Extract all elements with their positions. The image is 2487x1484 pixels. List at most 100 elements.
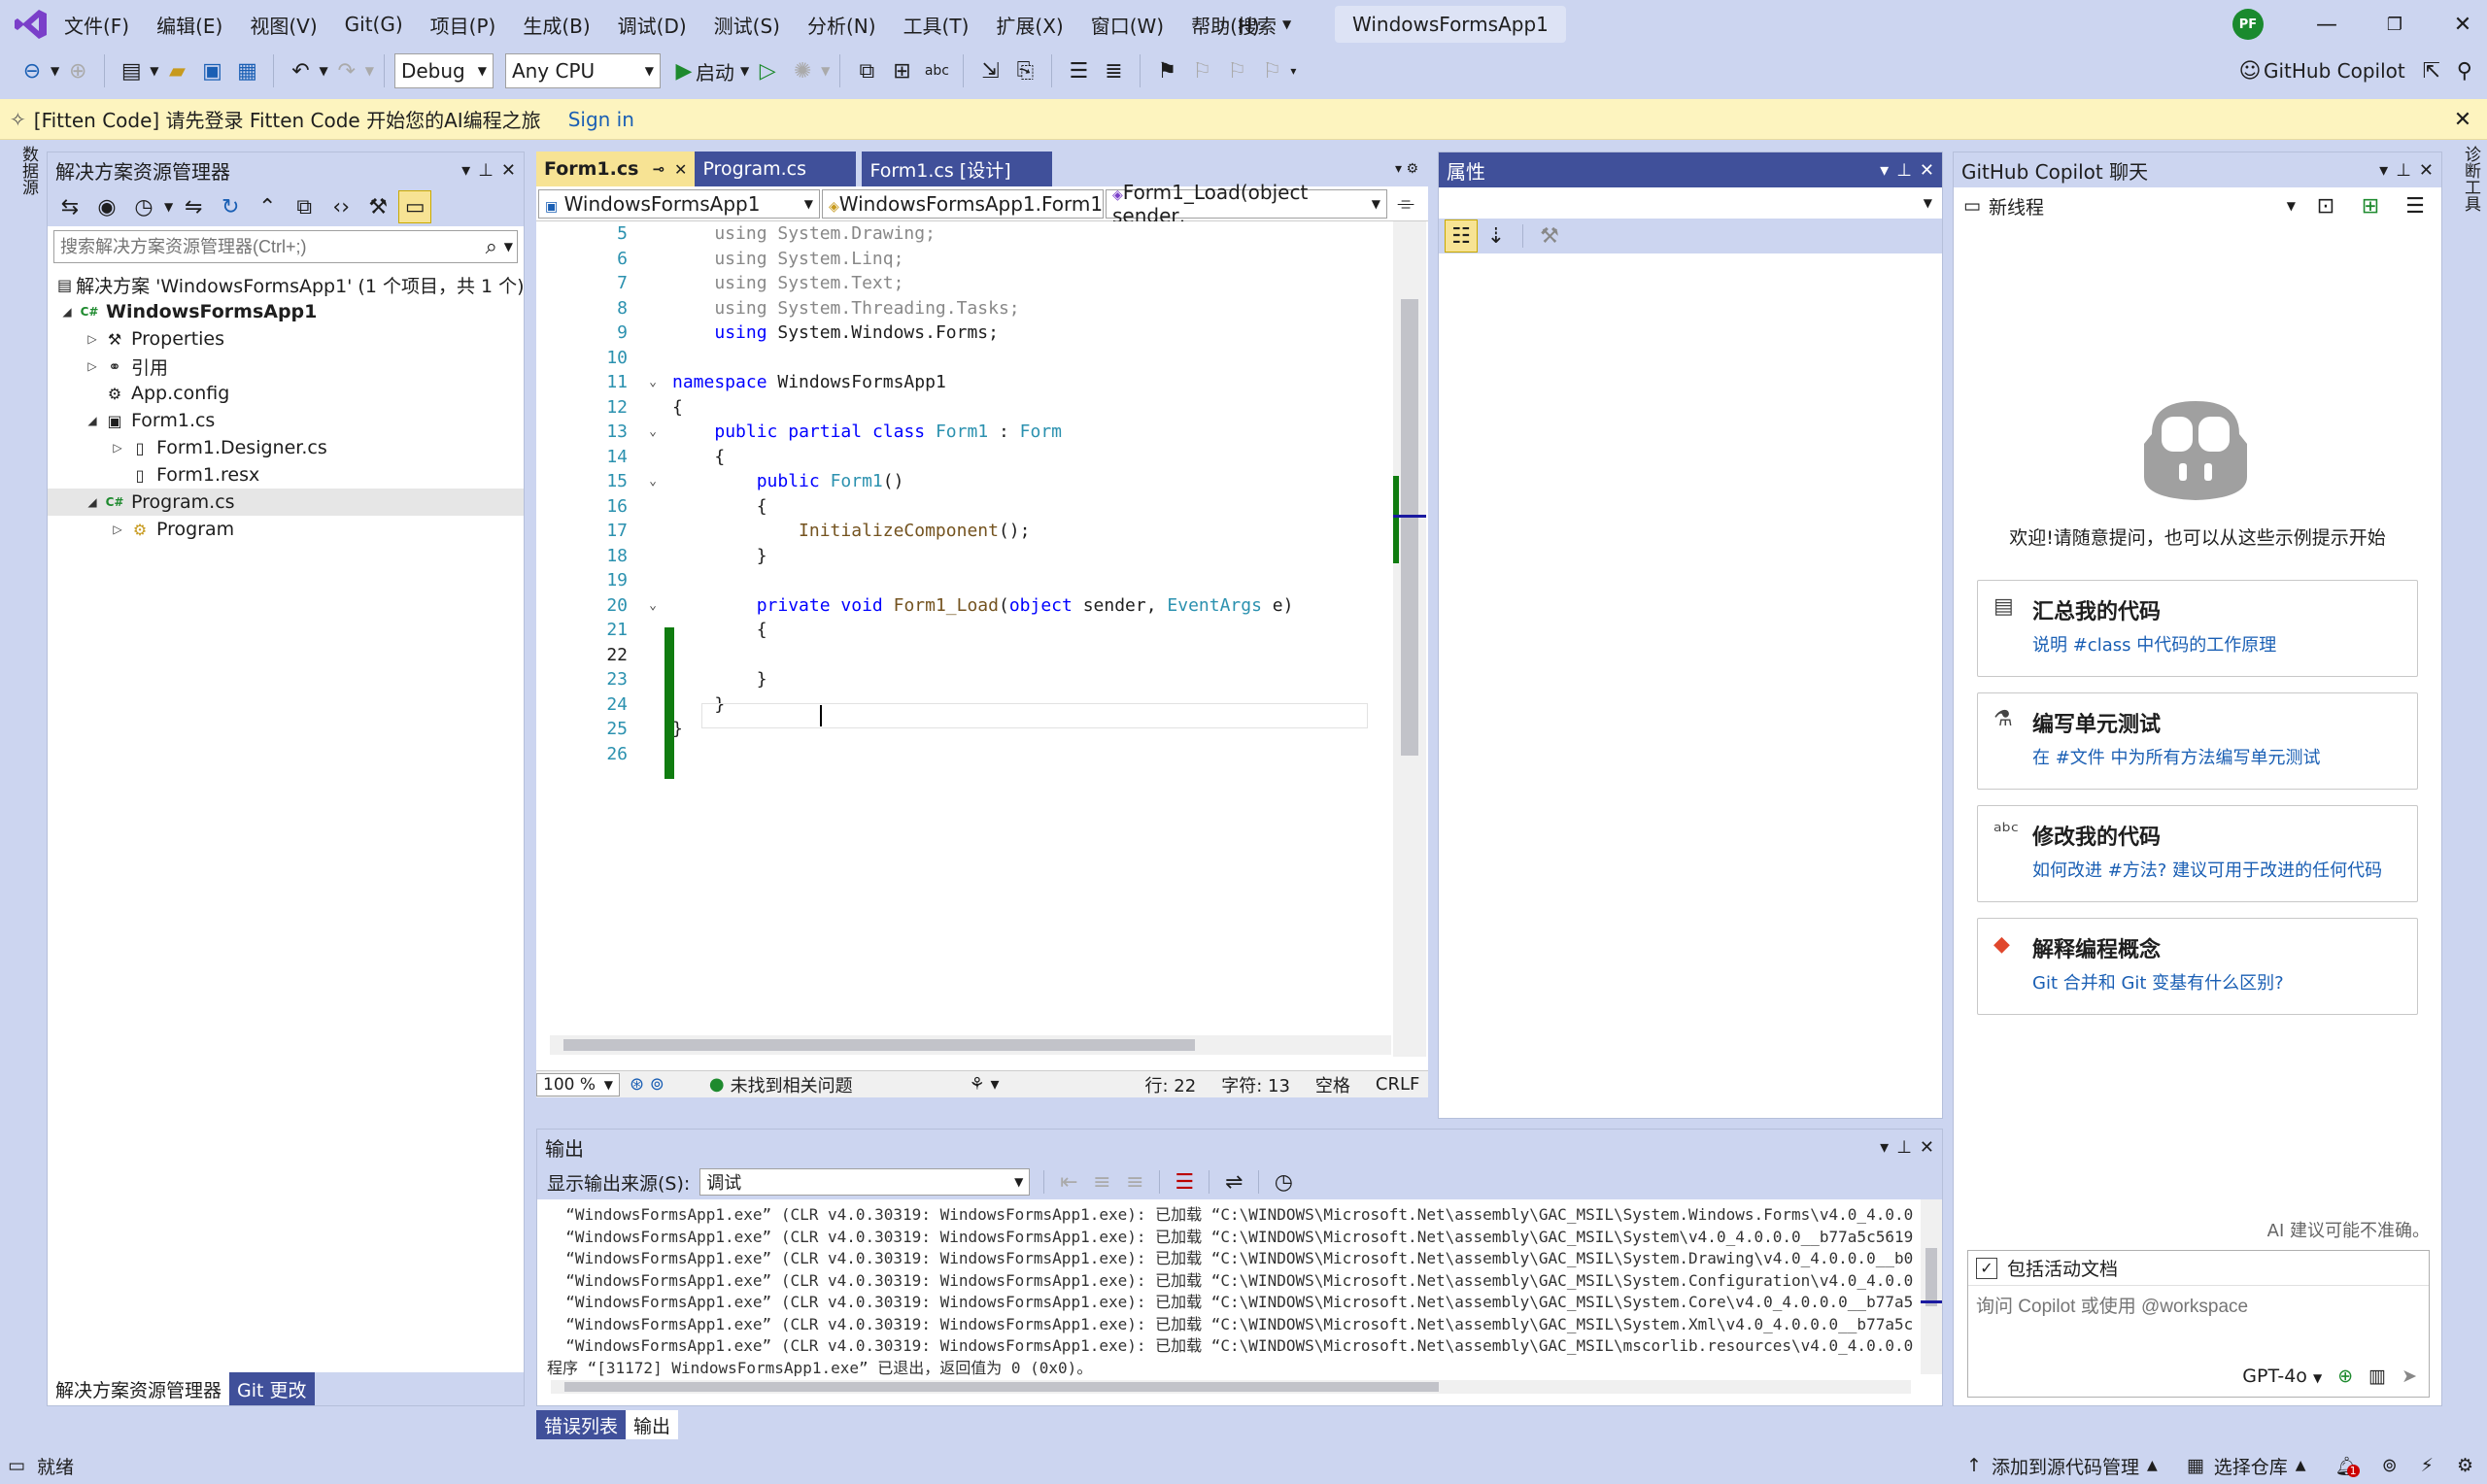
expander-icon[interactable]: ◢	[83, 414, 102, 427]
expander-icon[interactable]: ▷	[83, 332, 102, 346]
menu-item[interactable]: 编辑(E)	[143, 0, 236, 49]
output-source-select[interactable]: 调试 ▼	[699, 1168, 1031, 1196]
tab-solution-explorer[interactable]: 解决方案资源管理器	[48, 1372, 230, 1405]
add-thread-icon[interactable]: ⊞	[2354, 189, 2387, 222]
menu-item[interactable]: 项目(P)	[417, 0, 510, 49]
output-h-scrollbar[interactable]	[551, 1380, 1911, 1394]
menu-item[interactable]: 窗口(W)	[1077, 0, 1177, 49]
menu-item[interactable]: 工具(T)	[890, 0, 983, 49]
expander-icon[interactable]: ▷	[108, 523, 127, 536]
code-view-icon[interactable]: ‹›	[324, 190, 358, 223]
start-debug-button[interactable]: ▶ 启动 ▼	[672, 54, 749, 87]
menu-icon[interactable]: ☰	[2399, 189, 2432, 222]
collapse-all-icon[interactable]: ⌃	[251, 190, 284, 223]
tab-output[interactable]: 输出	[626, 1410, 679, 1439]
close-icon[interactable]: ✕	[1920, 160, 1934, 181]
pin-icon[interactable]: ⊥	[478, 160, 494, 181]
solution-search-box[interactable]: ⌕ ▼	[53, 230, 518, 263]
solution-search-input[interactable]	[54, 236, 479, 257]
attach-icon[interactable]: ⊕	[2337, 1366, 2353, 1387]
source-control-button[interactable]: 添加到源代码管理	[1992, 1453, 2139, 1479]
tab-overflow-icon[interactable]: ▾ ⚙	[1395, 161, 1428, 177]
diagnostic-tools-tab[interactable]: 诊断工具	[2450, 146, 2483, 212]
model-select[interactable]: GPT-4o ▼	[2242, 1366, 2322, 1387]
navigate-forward-icon[interactable]: ⊕	[61, 54, 94, 87]
menu-item[interactable]: 测试(S)	[700, 0, 794, 49]
tab-form1-cs[interactable]: Form1.cs ⊸ ✕	[536, 152, 696, 186]
chevron-down-icon[interactable]: ▼	[2287, 199, 2296, 213]
chevron-down-icon[interactable]: ▾	[1880, 160, 1889, 181]
tree-item[interactable]: ▷ ⚭ 引用	[48, 353, 524, 380]
next-message-icon[interactable]: ≡	[1118, 1165, 1151, 1198]
pin-icon[interactable]: ⊥	[1896, 160, 1912, 181]
fold-icon[interactable]: ⌄	[633, 474, 672, 489]
new-project-icon[interactable]: ▤	[115, 54, 148, 87]
tab-git-changes[interactable]: Git 更改	[229, 1372, 315, 1405]
spellcheck-icon[interactable]: abc	[920, 54, 953, 87]
open-folder-icon[interactable]: ▰	[160, 54, 193, 87]
pin-icon[interactable]: ⊸	[652, 160, 664, 178]
split-icon[interactable]: ⌯	[1389, 187, 1422, 220]
close-icon[interactable]: ✕	[2446, 103, 2479, 136]
notifications-icon[interactable]: 🔔︎ 1	[2335, 1455, 2360, 1477]
fold-icon[interactable]: ⌄	[633, 598, 672, 613]
new-thread-icon[interactable]: ⊡	[2309, 189, 2342, 222]
share-icon[interactable]: ⇱	[2415, 54, 2448, 87]
save-all-icon[interactable]: ▦	[230, 54, 263, 87]
outdent-icon[interactable]: ≣	[1097, 54, 1130, 87]
book-icon[interactable]: ▥	[2368, 1366, 2386, 1387]
expander-icon[interactable]: ◢	[83, 495, 102, 509]
menu-item[interactable]: Git(G)	[331, 0, 417, 49]
menu-item[interactable]: 文件(F)	[51, 0, 143, 49]
send-icon[interactable]: ➤	[2402, 1366, 2417, 1387]
suggestion-card[interactable]: ◆ 解释编程概念 Git 合并和 Git 变基有什么区别?	[1977, 918, 2418, 1015]
zoom-select[interactable]: 100 % ▼	[536, 1072, 620, 1096]
vertical-scrollbar[interactable]	[1393, 221, 1426, 1057]
undo-icon[interactable]: ↶	[284, 54, 317, 87]
tree-item[interactable]: ⚙ App.config	[48, 380, 524, 407]
indent-icon[interactable]: ☰	[1062, 54, 1095, 87]
data-sources-tab[interactable]: 数据源	[8, 146, 41, 195]
project-nav-select[interactable]: ▣ WindowsFormsApp1 ▼	[538, 188, 820, 219]
close-icon[interactable]: ✕	[1920, 1137, 1934, 1158]
pin-icon[interactable]: ⊥	[2396, 160, 2411, 181]
scroll-thumb[interactable]	[563, 1039, 1195, 1051]
tree-item[interactable]: ▤ 解决方案 'WindowsFormsApp1' (1 个项目，共 1 个)	[48, 271, 525, 298]
feedback-icon[interactable]: ⚲	[2448, 54, 2481, 87]
search-button[interactable]: ⌕ 搜索 ▼	[1212, 8, 1291, 41]
layout-icon[interactable]: ⊞	[885, 54, 918, 87]
chevron-down-icon[interactable]: ▾	[2379, 160, 2388, 181]
step-icon[interactable]: ⇲	[973, 54, 1006, 87]
select-repo-button[interactable]: 选择仓库	[2214, 1453, 2288, 1479]
settings-icon[interactable]: ⚙	[2457, 1455, 2473, 1476]
ime-icon[interactable]: ⚡	[2421, 1455, 2434, 1476]
copilot-button[interactable]: GitHub Copilot	[2264, 59, 2405, 83]
properties-wrench-icon[interactable]: ⚒	[361, 190, 394, 223]
tab-form1-designer[interactable]: Form1.cs [设计]	[862, 152, 1053, 186]
configuration-select[interactable]: Debug ▼	[393, 53, 494, 88]
chevron-down-icon[interactable]: ▾	[1880, 1137, 1889, 1158]
tree-item[interactable]: ◢ ▣ Form1.cs	[48, 407, 524, 434]
close-icon[interactable]: ✕	[501, 160, 516, 181]
close-icon[interactable]: ✕	[2419, 160, 2434, 181]
suggestion-card[interactable]: ⚗ 编写单元测试在 #文件 中为所有方法编写单元测试	[1977, 692, 2418, 790]
start-without-debug-icon[interactable]: ▷	[751, 54, 784, 87]
chat-input[interactable]	[1968, 1286, 2429, 1350]
vs-logo-icon[interactable]	[14, 8, 49, 41]
horizontal-scrollbar[interactable]	[550, 1035, 1391, 1055]
suggestion-card[interactable]: ᵃᵇᶜ 修改我的代码 如何改进 #方法? 建议可用于改进的任何代码	[1977, 805, 2418, 902]
alphabetical-icon[interactable]: ⇣	[1480, 219, 1513, 253]
tree-item[interactable]: ▷ ⚒ Properties	[48, 325, 524, 353]
object-select[interactable]: ▼	[1439, 187, 1942, 219]
goto-line-icon[interactable]: ⇤	[1052, 1165, 1085, 1198]
categorized-icon[interactable]: ☷	[1445, 219, 1478, 253]
property-pages-icon[interactable]: ⚒	[1533, 219, 1566, 253]
menu-item[interactable]: 分析(N)	[794, 0, 890, 49]
tab-error-list[interactable]: 错误列表	[536, 1410, 627, 1439]
switch-views-icon[interactable]: ⇆	[53, 190, 86, 223]
navigate-back-icon[interactable]: ⊖	[16, 54, 49, 87]
redo-icon[interactable]: ↷	[330, 54, 363, 87]
fold-icon[interactable]: ⌄	[633, 424, 672, 439]
broom-icon[interactable]: ⚘ ▾	[970, 1074, 1000, 1095]
menu-item[interactable]: 扩展(X)	[982, 0, 1076, 49]
